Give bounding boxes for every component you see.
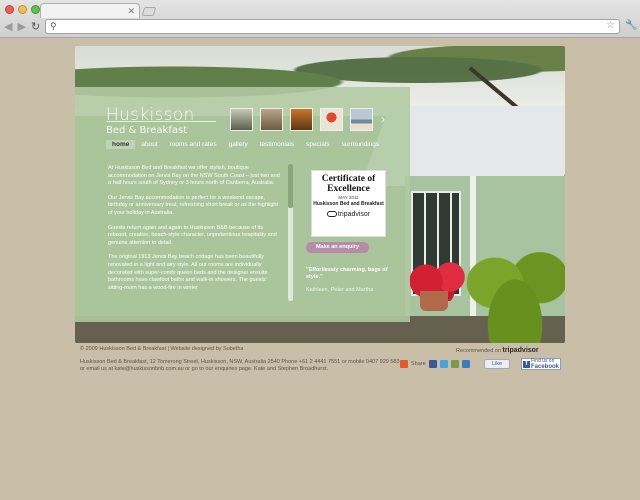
new-tab-button[interactable] [141, 7, 157, 16]
thumbnail-beach[interactable] [350, 108, 373, 131]
tab-close-icon[interactable]: ✕ [127, 5, 135, 17]
testimonial-quote: "Effortlessly charming, bags of style." [306, 267, 388, 280]
address-input[interactable] [62, 21, 602, 32]
nav-home[interactable]: home [106, 140, 136, 149]
facebook-icon: f [523, 361, 530, 368]
hero-flower-pot [420, 291, 448, 311]
nav-surroundings[interactable]: surroundings [336, 140, 386, 149]
window-controls [5, 5, 40, 14]
share-icon[interactable] [400, 360, 408, 368]
close-window-button[interactable] [5, 5, 14, 14]
forward-arrow-icon[interactable]: ▶ [17, 20, 25, 33]
footer-address: Huskisson Bed & Breakfast, 12 Tomerong S… [80, 359, 400, 373]
intro-paragraph: The original 1913 Jervis Bay beach cotta… [108, 254, 268, 291]
recommended-label: Recommended on [456, 348, 501, 354]
browser-tab[interactable]: ✕ [40, 3, 140, 18]
like-label: Like [491, 361, 503, 367]
intro-text: At Huskisson Bed and Breakfast we offer … [108, 165, 280, 302]
tripadvisor-owl-icon [326, 210, 337, 217]
thumbnail-flowers[interactable] [320, 108, 343, 131]
address-bar[interactable]: ⚲ ☆ [45, 19, 620, 34]
content-panel: Huskisson Bed & Breakfast › home about r… [75, 87, 410, 322]
facebook-like-button[interactable]: Like [484, 359, 510, 369]
nav-about[interactable]: about [135, 140, 163, 149]
tripadvisor-recommended[interactable]: Recommended on tripadvisor [456, 347, 539, 354]
thumbnail-next-arrow-icon[interactable]: › [381, 112, 385, 126]
tripadvisor-wordmark: tripadvisor [502, 347, 539, 354]
intro-paragraph: Our Jervis Bay accommodation is perfect … [108, 194, 278, 216]
certificate-title: Certificate of Excellence [321, 174, 376, 194]
make-enquiry-button[interactable]: Make an enquiry [306, 242, 369, 253]
gallery-thumbnails [230, 108, 373, 131]
back-arrow-icon[interactable]: ◀ [4, 20, 12, 33]
navigation-buttons: ◀ ▶ ↻ [4, 20, 40, 33]
intro-scrollbar[interactable] [288, 164, 293, 301]
wrench-icon[interactable]: 🔧 [625, 20, 637, 31]
bookmark-star-icon[interactable]: ☆ [606, 20, 615, 31]
nav-rooms-and-rates[interactable]: rooms and rates [164, 140, 223, 149]
footer-copyright[interactable]: © 2009 Huskisson Bed & Breakfast | Websi… [80, 346, 243, 352]
site-logo-title[interactable]: Huskisson [106, 105, 195, 125]
minimize-window-button[interactable] [18, 5, 27, 14]
intro-paragraph: At Huskisson Bed and Breakfast we offer … [108, 165, 280, 187]
email-share-icon[interactable] [450, 360, 459, 368]
tripadvisor-certificate[interactable]: Certificate of Excellence MAY 2011 Huski… [311, 170, 386, 237]
facebook-share-icon[interactable] [428, 360, 437, 368]
certificate-logo: tripadvisor [312, 211, 385, 218]
certificate-name: Huskisson Bed and Breakfast [313, 201, 384, 207]
search-icon: ⚲ [50, 21, 57, 31]
twitter-share-icon[interactable] [439, 360, 448, 368]
hero-photo: Huskisson Bed & Breakfast › home about r… [75, 46, 565, 343]
thumbnail-room[interactable] [230, 108, 253, 131]
site-logo-subtitle[interactable]: Bed & Breakfast [106, 125, 187, 136]
more-share-icon[interactable] [461, 360, 470, 368]
hero-palm [465, 241, 565, 343]
intro-scrollbar-thumb[interactable] [288, 164, 293, 208]
main-navigation: home about rooms and rates gallery testi… [106, 140, 385, 149]
nav-gallery[interactable]: gallery [223, 140, 254, 149]
find-us-on-facebook-badge[interactable]: f Find us on Facebook [521, 358, 561, 370]
intro-paragraph: Guests return again and again to Huskiss… [108, 224, 277, 246]
logo-divider [106, 121, 216, 122]
facebook-word: Facebook [531, 363, 560, 370]
thumbnail-bedroom[interactable] [260, 108, 283, 131]
certificate-logo-text: tripadvisor [337, 210, 371, 218]
nav-testimonials[interactable]: testimonials [254, 140, 300, 149]
reload-icon[interactable]: ↻ [31, 20, 40, 33]
nav-specials[interactable]: specials [300, 140, 335, 149]
share-bar: Share [400, 360, 470, 368]
thumbnail-breakfast[interactable] [290, 108, 313, 131]
zoom-window-button[interactable] [31, 5, 40, 14]
share-label[interactable]: Share [411, 361, 426, 367]
testimonial-author: Kathleen, Peter and Martha [306, 287, 374, 293]
certificate-date: MAY 2011 [338, 195, 359, 200]
browser-chrome: ✕ ◀ ▶ ↻ ⚲ ☆ 🔧 [0, 0, 640, 38]
